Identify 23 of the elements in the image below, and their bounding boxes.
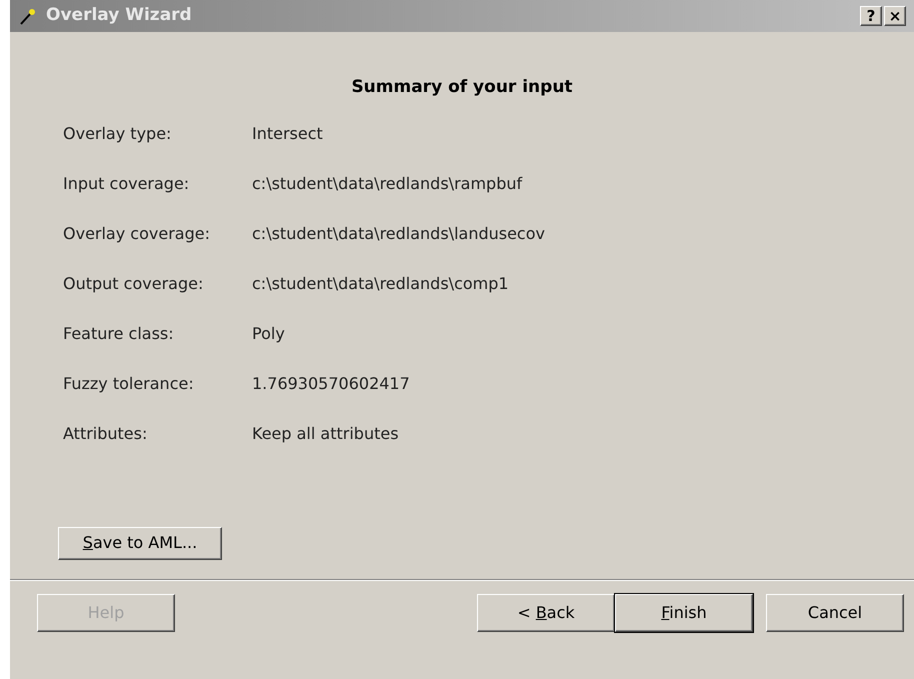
dialog-button[interactable]: Cancel	[766, 594, 904, 632]
help-button[interactable]: ?	[860, 6, 882, 26]
field-value: c:\student\data\redlands\landusecov	[252, 222, 545, 244]
field-value: Keep all attributes	[252, 422, 399, 444]
window-title: Overlay Wizard	[46, 4, 192, 28]
magic-wand-icon	[18, 6, 38, 26]
field-label: Fuzzy tolerance:	[63, 372, 195, 394]
field-label: Input coverage:	[63, 172, 190, 194]
field-label: Output coverage:	[63, 272, 204, 294]
field-value: Poly	[252, 322, 285, 344]
field-value: c:\student\data\redlands\comp1	[252, 272, 509, 294]
field-label: Overlay coverage:	[63, 222, 211, 244]
field-value: 1.76930570602417	[252, 372, 410, 394]
field-label: Overlay type:	[63, 122, 172, 144]
dialog-button[interactable]: < Back	[477, 594, 615, 632]
dialog-button[interactable]: Finish	[615, 594, 753, 632]
field-value: Intersect	[252, 122, 323, 144]
close-button[interactable]: ×	[884, 6, 906, 26]
summary-heading: Summary of your input	[350, 76, 574, 99]
field-label: Attributes:	[63, 422, 148, 444]
save-to-aml-button[interactable]: Save to AML...	[58, 526, 222, 560]
field-value: c:\student\data\redlands\rampbuf	[252, 172, 522, 194]
field-label: Feature class:	[63, 322, 175, 344]
